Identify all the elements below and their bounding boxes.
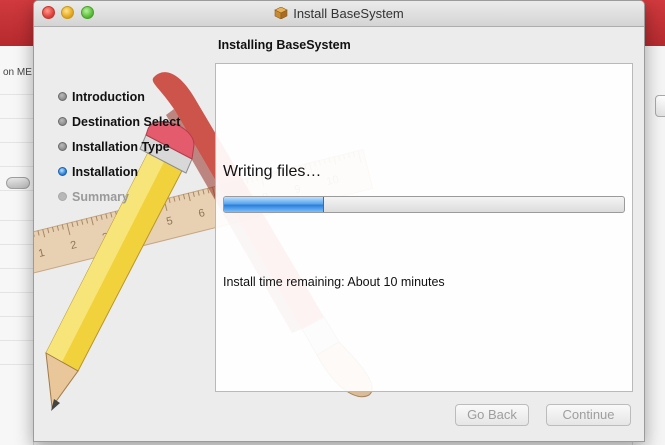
ruler-tick	[51, 226, 55, 233]
ruler-tick	[71, 222, 74, 228]
step-label: Installation	[72, 164, 138, 179]
background-app-button	[655, 95, 665, 117]
ruler-tick	[42, 229, 46, 238]
step-status-icon	[58, 192, 67, 201]
ruler-number: 6	[197, 207, 206, 220]
background-app-label: on ME	[3, 67, 32, 78]
step-current-icon	[58, 167, 67, 176]
time-remaining-text: Install time remaining: About 10 minutes	[223, 275, 445, 289]
step-label: Installation Type	[72, 139, 170, 154]
ruler-tick	[105, 213, 108, 219]
ruler-number: 2	[69, 239, 78, 252]
step-label: Introduction	[72, 89, 145, 104]
step-introduction: Introduction	[58, 84, 180, 109]
page-subtitle: Installing BaseSystem	[218, 38, 351, 52]
install-progress-fill	[224, 197, 324, 212]
step-installation: Installation	[58, 159, 180, 184]
ruler-number: 5	[165, 215, 174, 228]
step-destination-select: Destination Select	[58, 109, 180, 134]
step-label: Destination Select	[72, 114, 181, 129]
ruler-tick	[110, 212, 113, 218]
step-status-icon	[58, 117, 67, 126]
ruler-tick	[61, 224, 64, 230]
ruler-tick	[119, 209, 123, 216]
ruler-number: 3	[101, 231, 110, 244]
window-title-text: Install BaseSystem	[293, 6, 404, 21]
ruler-tick	[37, 230, 40, 236]
ruler-tick	[124, 208, 127, 214]
installer-steps-list: Introduction Destination Select Installa…	[58, 84, 180, 209]
install-status-text: Writing files…	[223, 163, 322, 180]
ruler-tick	[192, 191, 195, 197]
ruler-tick	[47, 228, 50, 234]
background-app-toggle	[6, 177, 30, 189]
step-installation-type: Installation Type	[58, 134, 180, 159]
step-label: Summary	[72, 189, 129, 204]
ruler-number: 1	[37, 247, 46, 260]
ruler-tick	[76, 220, 79, 226]
ruler-tick	[90, 217, 94, 226]
ruler-tick	[197, 190, 200, 196]
ruler-tick	[207, 188, 210, 194]
title-bar[interactable]: Install BaseSystem	[34, 1, 644, 27]
ruler-tick	[56, 225, 60, 231]
package-icon	[274, 7, 288, 19]
step-status-icon	[58, 142, 67, 151]
ruler-tick	[202, 189, 205, 195]
installer-window: Install BaseSystem Installing BaseSystem…	[33, 0, 645, 442]
ruler-number: 4	[133, 223, 142, 236]
ruler-tick	[85, 218, 89, 224]
ruler-tick	[187, 193, 191, 202]
continue-button[interactable]: Continue	[546, 404, 631, 426]
window-title: Install BaseSystem	[34, 6, 644, 21]
ruler-tick	[95, 216, 98, 222]
go-back-button[interactable]: Go Back	[455, 404, 529, 426]
ruler-tick	[66, 223, 71, 236]
step-summary: Summary	[58, 184, 180, 209]
install-progress-pane: Writing files… Install time remaining: A…	[215, 63, 633, 392]
step-status-icon	[58, 92, 67, 101]
ruler-tick	[115, 211, 119, 224]
ruler-tick	[182, 194, 186, 200]
install-progress-bar	[223, 196, 625, 213]
background-app-sidebar	[0, 46, 34, 445]
ruler-tick	[81, 219, 84, 225]
ruler-tick	[100, 214, 103, 220]
